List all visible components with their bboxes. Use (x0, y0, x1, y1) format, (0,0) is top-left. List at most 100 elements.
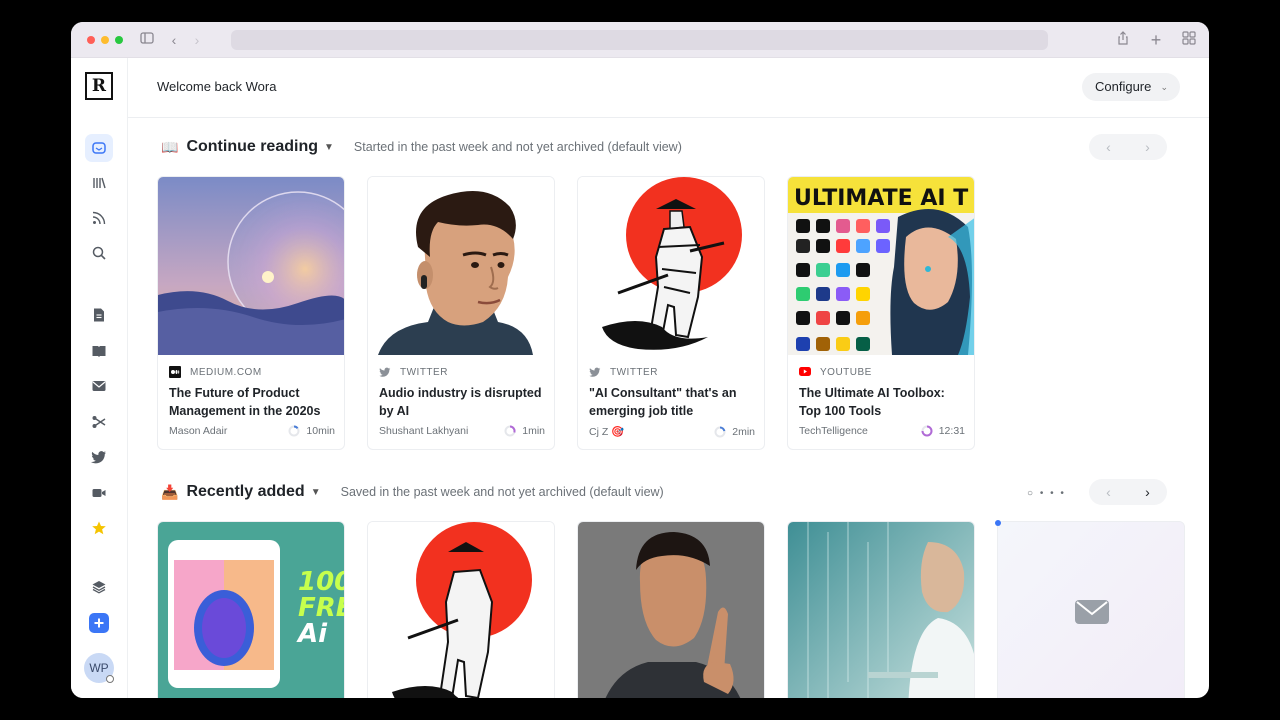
unread-indicator (995, 520, 1001, 526)
book-icon (92, 346, 106, 357)
next-page-icon[interactable]: › (1145, 484, 1150, 500)
top-bar: Welcome back Wora Configure ⌄ (128, 58, 1209, 118)
sidebar-item-shortlist[interactable] (85, 514, 113, 542)
card-source: YOUTUBE (799, 365, 965, 379)
progress-ring-icon (714, 426, 726, 437)
card-read-time: 1min (522, 425, 545, 437)
document-card[interactable]: TWITTER "AI Consultant" that's an emergi… (577, 176, 765, 450)
card-title[interactable]: The Ultimate AI Toolbox: Top 100 Tools (799, 384, 965, 420)
browser-window: ‹ › + R WP Welcome back Wora Configure ⌄… (71, 22, 1209, 698)
progress-ring-icon (288, 425, 300, 437)
chevron-down-icon: ⌄ (1160, 82, 1168, 92)
back-icon[interactable]: ‹ (164, 30, 184, 50)
inbox-tray-icon: 📥 (161, 483, 179, 500)
chevron-down-icon[interactable]: ▼ (324, 142, 334, 153)
progress-ring-icon (504, 425, 516, 437)
card-thumbnail (788, 522, 974, 698)
tab-overview-icon[interactable] (1179, 30, 1199, 50)
card-title[interactable]: Audio industry is disrupted by AI (379, 384, 545, 420)
twitter-icon (91, 451, 106, 464)
minimize-window-button[interactable] (101, 36, 109, 44)
card-source-label: MEDIUM.COM (190, 366, 262, 378)
section-subtitle: Started in the past week and not yet arc… (353, 140, 682, 154)
card-thumbnail (158, 177, 344, 355)
document-card[interactable]: ULTIMATE AI T YOUTUBE The Ultimate AI To… (787, 176, 975, 450)
add-button[interactable] (89, 613, 109, 633)
twitter-icon (589, 366, 601, 378)
avatar-status-icon (106, 675, 114, 683)
card-meta: TWITTER "AI Consultant" that's an emergi… (589, 365, 755, 439)
configure-button[interactable]: Configure ⌄ (1082, 73, 1180, 101)
sidebar-item-search[interactable] (85, 239, 113, 267)
sidebar-item-home[interactable] (85, 134, 113, 162)
thumbnail-banner-text: ULTIMATE AI T (794, 186, 968, 211)
app-logo[interactable]: R (85, 72, 113, 100)
section-title[interactable]: Continue reading (186, 138, 318, 156)
document-card[interactable]: TWITTER Audio industry is disrupted by A… (367, 176, 555, 450)
card-source-label: TWITTER (610, 366, 658, 378)
card-thumbnail: 100 FRE Ai (158, 522, 344, 698)
progress-ring-icon (921, 425, 933, 437)
card-read-time: 12:31 (938, 425, 965, 437)
close-window-button[interactable] (87, 36, 95, 44)
card-author: TechTelligence (799, 425, 868, 437)
layers-icon (92, 581, 106, 594)
document-card[interactable] (787, 521, 975, 698)
card-thumbnail: ULTIMATE AI T (788, 177, 974, 355)
document-card[interactable] (577, 521, 765, 698)
share-icon[interactable] (1113, 30, 1133, 50)
card-thumbnail (578, 177, 764, 355)
document-card[interactable]: 100 FRE Ai (157, 521, 345, 698)
sidebar-item-layers[interactable] (85, 573, 113, 601)
continue-reading-pager: ‹ › (1089, 134, 1167, 160)
section-title[interactable]: Recently added (186, 483, 304, 501)
youtube-icon (799, 366, 811, 378)
card-thumbnail (368, 522, 554, 698)
mail-icon (92, 381, 106, 391)
new-tab-icon[interactable]: + (1146, 30, 1166, 50)
sidebar-toggle-icon[interactable] (137, 30, 157, 50)
sidebar-item-emails[interactable] (85, 372, 113, 400)
sidebar-item-videos[interactable] (85, 479, 113, 507)
card-author: Shushant Lakhyani (379, 425, 469, 437)
address-bar[interactable] (231, 30, 1048, 50)
next-page-icon[interactable]: › (1145, 139, 1150, 155)
document-icon (94, 308, 104, 322)
recently-added-pager: ‹ › (1089, 479, 1167, 505)
sidebar-item-feeds[interactable] (85, 204, 113, 232)
prev-page-icon[interactable]: ‹ (1106, 484, 1111, 500)
card-meta: TWITTER Audio industry is disrupted by A… (379, 365, 545, 438)
home-icon (92, 142, 106, 154)
sidebar: R WP (71, 58, 128, 698)
sidebar-item-articles[interactable] (85, 301, 113, 329)
sidebar-item-highlights[interactable] (85, 408, 113, 436)
forward-icon[interactable]: › (187, 30, 207, 50)
email-card[interactable] (997, 521, 1185, 698)
card-thumbnail (998, 522, 1184, 698)
card-source: MEDIUM.COM (169, 365, 335, 379)
search-icon (92, 246, 106, 260)
sidebar-item-books[interactable] (85, 337, 113, 365)
card-source-label: YOUTUBE (820, 366, 872, 378)
rss-icon (92, 211, 106, 225)
thumbnail-text-ai: Ai (296, 619, 328, 649)
video-icon (92, 489, 106, 497)
prev-page-icon[interactable]: ‹ (1106, 139, 1111, 155)
configure-label: Configure (1095, 79, 1152, 94)
card-author: Cj Z 🎯 (589, 426, 625, 438)
welcome-message: Welcome back Wora (157, 79, 277, 94)
maximize-window-button[interactable] (115, 36, 123, 44)
pagination-dots: ○ • • • (1027, 488, 1066, 499)
card-thumbnail (578, 522, 764, 698)
mail-icon (1075, 600, 1109, 624)
card-title[interactable]: The Future of Product Management in the … (169, 384, 335, 420)
card-source: TWITTER (589, 365, 755, 379)
document-card[interactable] (367, 521, 555, 698)
sidebar-item-tweets[interactable] (85, 443, 113, 471)
sidebar-item-library[interactable] (85, 169, 113, 197)
chevron-down-icon[interactable]: ▼ (311, 487, 321, 498)
add-icon (94, 618, 104, 628)
recently-added-header: 📥 Recently added ▼ Saved in the past wee… (161, 480, 664, 504)
document-card[interactable]: MEDIUM.COM The Future of Product Managem… (157, 176, 345, 450)
card-title[interactable]: "AI Consultant" that's an emerging job t… (589, 384, 755, 420)
